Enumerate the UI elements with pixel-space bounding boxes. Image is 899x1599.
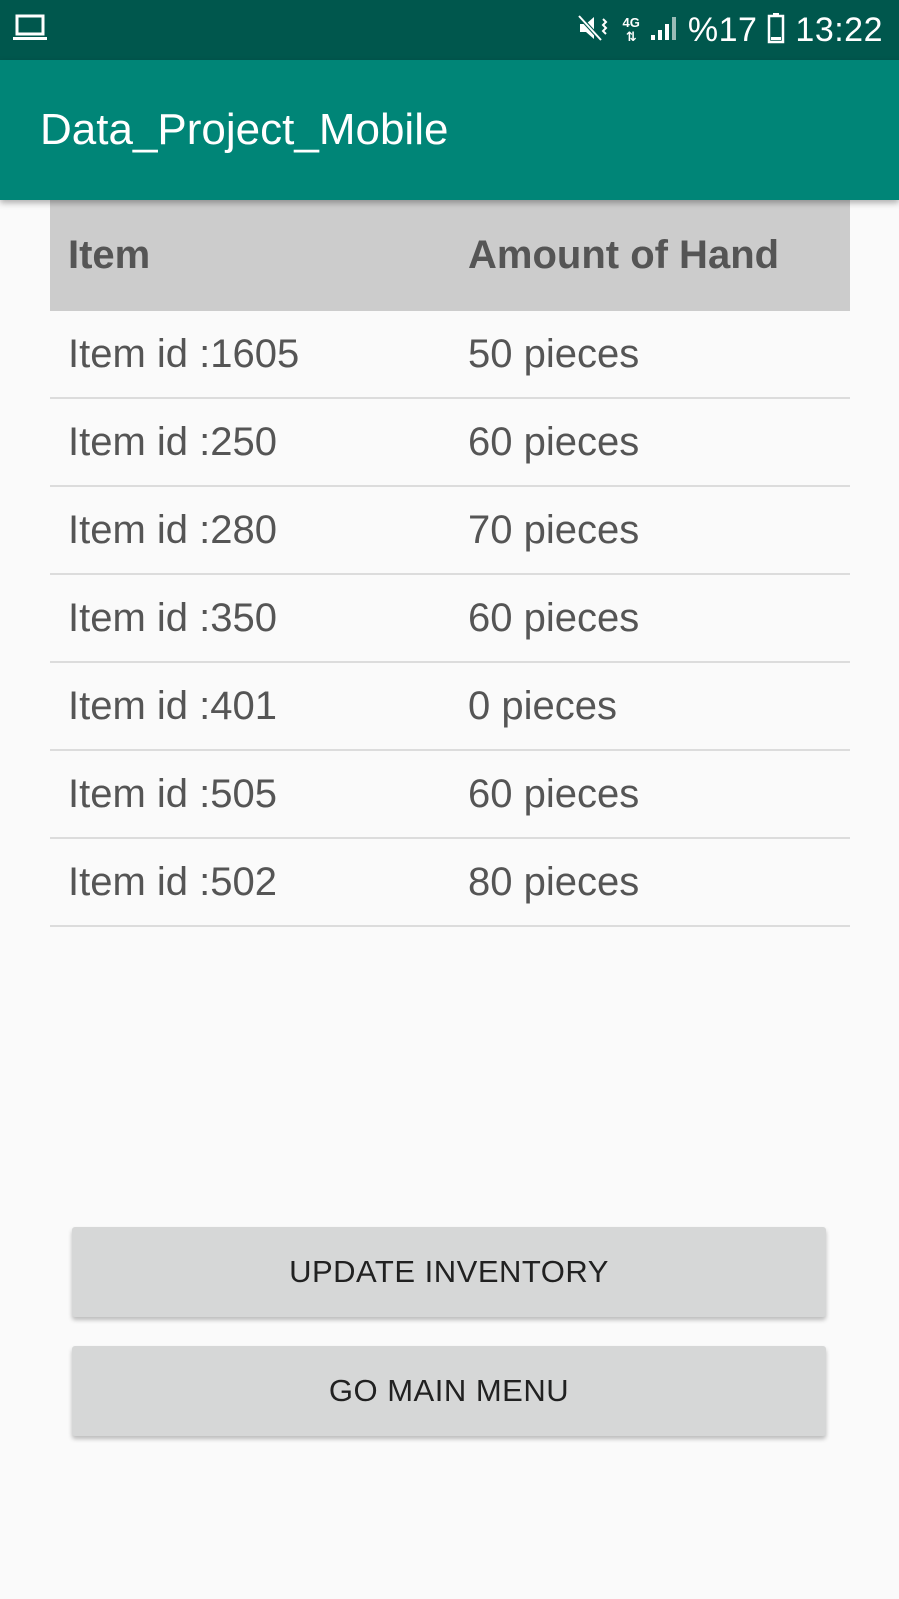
app-bar: Data_Project_Mobile (0, 60, 899, 200)
table-header-row: Item Amount of Hand (50, 200, 850, 311)
network-type: 4G (622, 15, 640, 30)
status-left (12, 13, 48, 48)
table-row: Item id :401 0 pieces (50, 663, 850, 751)
amount-cell: 60 pieces (468, 771, 640, 816)
amount-cell: 70 pieces (468, 507, 640, 552)
amount-cell: 0 pieces (468, 683, 617, 728)
amount-cell: 50 pieces (468, 331, 640, 376)
table-row: Item id :1605 50 pieces (50, 311, 850, 399)
app-title: Data_Project_Mobile (40, 105, 449, 154)
header-item: Item (68, 233, 151, 277)
battery-percent: %17 (687, 10, 758, 49)
data-arrows-icon: ⇅ (625, 29, 637, 44)
clock: 13:22 (795, 10, 883, 49)
status-right: 4G ⇅ %17 13:22 (577, 11, 884, 50)
go-main-menu-button[interactable]: GO MAIN MENU (72, 1346, 826, 1436)
update-inventory-button[interactable]: UPDATE INVENTORY (72, 1227, 826, 1317)
mute-vibrate-icon (577, 13, 613, 48)
amount-cell: 80 pieces (468, 859, 640, 904)
status-bar: 4G ⇅ %17 13:22 (0, 0, 899, 60)
signal-icon (650, 15, 678, 46)
item-id-cell: Item id :502 (68, 859, 278, 904)
amount-cell: 60 pieces (468, 419, 640, 464)
table-row: Item id :250 60 pieces (50, 399, 850, 487)
item-id-cell: Item id :350 (68, 595, 278, 640)
laptop-icon (12, 13, 48, 48)
header-amount: Amount of Hand (468, 233, 780, 277)
inventory-table: Item Amount of Hand Item id :1605 50 pie… (50, 200, 850, 927)
item-id-cell: Item id :280 (68, 507, 278, 552)
table-row: Item id :280 70 pieces (50, 487, 850, 575)
network-indicator: 4G ⇅ (623, 16, 640, 44)
table-row: Item id :350 60 pieces (50, 575, 850, 663)
item-id-cell: Item id :505 (68, 771, 278, 816)
item-id-cell: Item id :401 (68, 683, 278, 728)
amount-cell: 60 pieces (468, 595, 640, 640)
table-row: Item id :505 60 pieces (50, 751, 850, 839)
battery-icon (767, 12, 785, 49)
table-row: Item id :502 80 pieces (50, 839, 850, 927)
item-id-cell: Item id :250 (68, 419, 278, 464)
item-id-cell: Item id :1605 (68, 331, 300, 376)
